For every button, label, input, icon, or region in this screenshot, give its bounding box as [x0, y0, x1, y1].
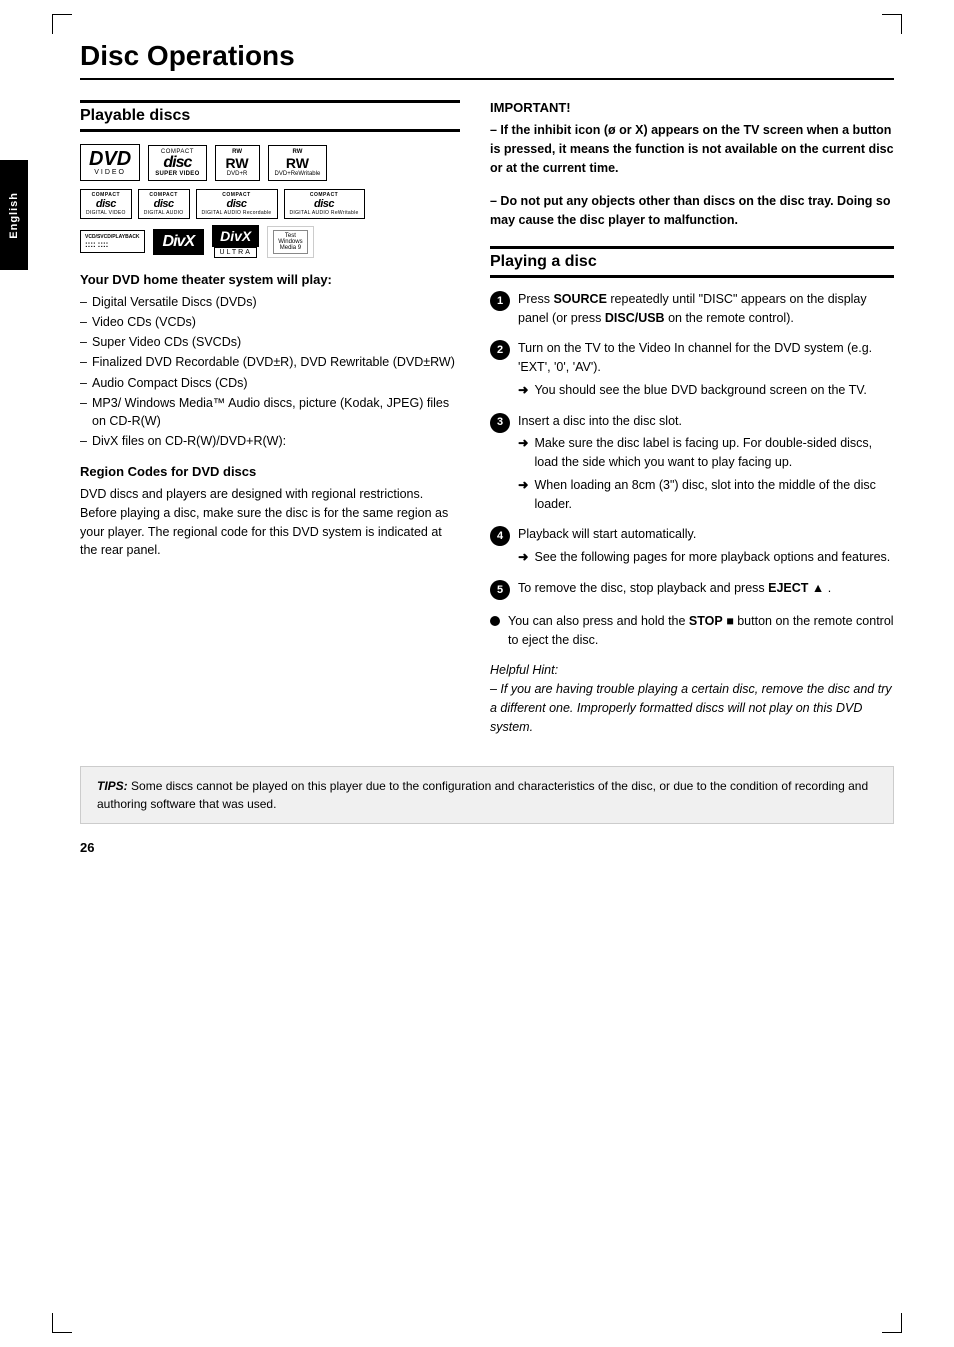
step-3: 3 Insert a disc into the disc slot. ➜ Ma…: [490, 412, 894, 514]
right-column: IMPORTANT! – If the inhibit icon (ø or X…: [490, 100, 894, 736]
step-2: 2 Turn on the TV to the Video In channel…: [490, 339, 894, 399]
list-item: Finalized DVD Recordable (DVD±R), DVD Re…: [80, 353, 460, 371]
step-1: 1 Press SOURCE repeatedly until "DISC" a…: [490, 290, 894, 328]
important-text-1: – If the inhibit icon (ø or X) appears o…: [490, 121, 894, 177]
tips-label: TIPS:: [97, 779, 128, 793]
region-codes-text: DVD discs and players are designed with …: [80, 485, 460, 560]
left-column: Playable discs DVD VIDEO COMPACT disc: [80, 100, 460, 736]
page: English Disc Operations Playable discs D…: [0, 0, 954, 1347]
divx-logo: DivX: [153, 229, 205, 255]
logos-row-3: VCD/SVCD/PLAYBACK :::: :::: DivX DivX UL…: [80, 225, 460, 258]
dvd-video-logo: DVD VIDEO: [80, 144, 140, 181]
step-5: 5 To remove the disc, stop playback and …: [490, 579, 894, 600]
playing-disc-heading: Playing a disc: [490, 246, 894, 278]
important-title: IMPORTANT!: [490, 100, 894, 115]
cd-digital-audio-recordable-logo: COMPACT disc DIGITAL AUDIO Recordable: [196, 189, 278, 219]
playable-list: Digital Versatile Discs (DVDs) Video CDs…: [80, 293, 460, 450]
logos-row-1: DVD VIDEO COMPACT disc SUPER VIDEO RW: [80, 144, 460, 181]
logos-row-2: COMPACT disc DIGITAL VIDEO COMPACT disc …: [80, 189, 460, 219]
list-item: Video CDs (VCDs): [80, 313, 460, 331]
main-content: Playable discs DVD VIDEO COMPACT disc: [80, 100, 894, 736]
playable-discs-heading: Playable discs: [80, 100, 460, 132]
cd-digital-video-logo: COMPACT disc DIGITAL VIDEO: [80, 189, 132, 219]
list-item: DivX files on CD-R(W)/DVD+R(W):: [80, 432, 460, 450]
helpful-hint: Helpful Hint: – If you are having troubl…: [490, 661, 894, 736]
region-codes-section: Region Codes for DVD discs DVD discs and…: [80, 464, 460, 560]
playing-steps-list: 1 Press SOURCE repeatedly until "DISC" a…: [490, 290, 894, 600]
list-item: Audio Compact Discs (CDs): [80, 374, 460, 392]
tips-box: TIPS: Some discs cannot be played on thi…: [80, 766, 894, 824]
important-text-2: – Do not put any objects other than disc…: [490, 192, 894, 230]
dvd-play-heading: Your DVD home theater system will play:: [80, 272, 460, 287]
tips-text: Some discs cannot be played on this play…: [97, 779, 868, 811]
dvd-plus-r-logo: RW RW DVD+R: [215, 145, 260, 181]
page-number: 26: [80, 840, 894, 855]
playable-discs-section: Playable discs DVD VIDEO COMPACT disc: [80, 100, 460, 560]
important-box: IMPORTANT! – If the inhibit icon (ø or X…: [490, 100, 894, 230]
playing-disc-section: Playing a disc 1 Press SOURCE repeatedly…: [490, 246, 894, 737]
side-tab: English: [0, 160, 28, 270]
vcd-logo: VCD/SVCD/PLAYBACK :::: ::::: [80, 230, 145, 253]
region-codes-heading: Region Codes for DVD discs: [80, 464, 460, 479]
divx-ultra-logo: DivX ULTRA: [212, 225, 259, 258]
cd-digital-audio-logo: COMPACT disc DIGITAL AUDIO: [138, 189, 190, 219]
step-4: 4 Playback will start automatically. ➜ S…: [490, 525, 894, 567]
list-item: MP3/ Windows Media™ Audio discs, picture…: [80, 394, 460, 430]
compact-super-video-logo: COMPACT disc SUPER VIDEO: [148, 145, 206, 181]
windows-media-logo: Test Windows Media 9: [267, 226, 313, 258]
list-item: Super Video CDs (SVCDs): [80, 333, 460, 351]
cd-digital-audio-rewritable-logo: COMPACT disc DIGITAL AUDIO ReWritable: [284, 189, 365, 219]
dvd-rewritable-logo: RW RW DVD+ReWritable: [268, 145, 328, 181]
list-item: Digital Versatile Discs (DVDs): [80, 293, 460, 311]
stop-button-step: You can also press and hold the STOP ■ b…: [490, 612, 894, 650]
page-title: Disc Operations: [80, 40, 894, 80]
disc-logos: DVD VIDEO COMPACT disc SUPER VIDEO RW: [80, 144, 460, 258]
